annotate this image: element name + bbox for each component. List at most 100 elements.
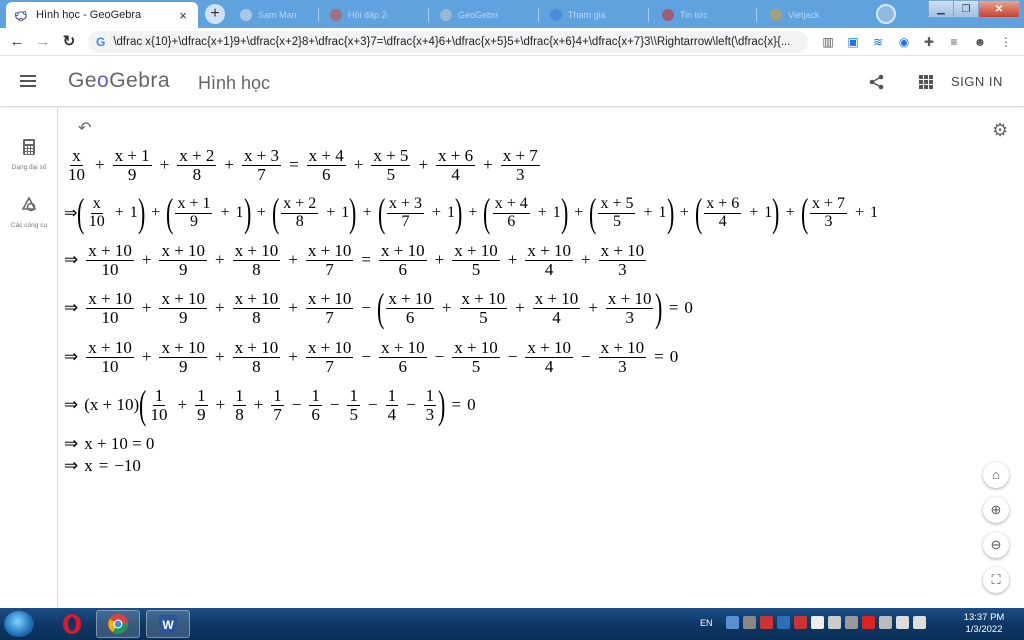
reading-list-icon[interactable]: ▥ (820, 34, 836, 50)
equation-line-5: ⇒ x + 10 10 + x + 10 9 + x + 10 8 + x + 10 7− x… (64, 338, 679, 376)
fraction: x + 37 (241, 146, 282, 184)
audio-extension-icon[interactable]: ≋ (870, 34, 886, 50)
network-icon[interactable] (896, 616, 909, 629)
zoom-in-icon[interactable]: ⊕ (983, 497, 1009, 523)
tab-favicon-icon (440, 9, 452, 21)
extensions-puzzle-icon[interactable]: ✚ (921, 34, 937, 50)
maximize-icon[interactable]: ❐ (953, 0, 979, 18)
tray-app-icon[interactable] (726, 616, 739, 629)
system-clock[interactable]: 13:37 PM 1/3/2022 (958, 612, 1010, 636)
side-panel: Dạng đại số Các công cụ (0, 108, 58, 608)
fullscreen-icon[interactable]: ⛶ (983, 567, 1009, 593)
media-control-icon[interactable]: ≡ (946, 34, 962, 50)
math-worksheet: x 10 + x + 19 + x + 28 + x + 37 = x + 46 … (64, 145, 1024, 480)
svg-text:W: W (162, 618, 174, 632)
fraction: x + 55 (371, 146, 411, 184)
shapes-tools-icon (21, 196, 37, 212)
volume-icon[interactable] (913, 616, 926, 629)
menu-icon[interactable] (20, 75, 36, 87)
fraction: x + 46 (306, 146, 346, 184)
equation-line-1: x 10 + x + 19 + x + 28 + x + 37 = x + 46 … (68, 146, 540, 184)
browser-tabstrip: Hình học - GeoGebra × + Sam Man Hỏi đáp … (0, 0, 1024, 28)
tab-separator (756, 8, 757, 22)
background-tab[interactable]: GeoGebra (434, 4, 504, 26)
tab-separator (318, 8, 319, 22)
calculator-icon (23, 139, 35, 155)
tab-favicon-icon (330, 9, 342, 21)
undo-icon[interactable]: ↶ (78, 118, 91, 138)
profile-icon[interactable]: ☻ (972, 34, 988, 50)
tray-app-icon[interactable] (794, 616, 807, 629)
app-title: Hình học (198, 73, 271, 93)
tray-app-icon[interactable] (879, 616, 892, 629)
tray-app-icon[interactable] (743, 616, 756, 629)
google-search-icon: G (96, 35, 106, 49)
address-bar-url[interactable]: \dfrac x{10}+\dfrac{x+1}9+\dfrac{x+2}8+\… (113, 36, 800, 48)
tab-geogebra[interactable]: Hình học - GeoGebra × (6, 2, 198, 28)
equation-line-4: ⇒ x + 10 10 + x + 10 9 + x + 10 8 + x + 10 7− (… (64, 285, 693, 330)
tab-favicon-icon (240, 9, 252, 21)
clock-date: 1/3/2022 (965, 624, 1003, 635)
window-close-icon[interactable]: ✕ (978, 0, 1020, 18)
window-controls: ▁ ❐ ✕ (928, 0, 1020, 18)
new-tab-button[interactable]: + (205, 4, 225, 24)
language-indicator[interactable]: EN (700, 618, 713, 628)
home-view-icon[interactable]: ⌂ (983, 462, 1009, 488)
geogebra-logo[interactable]: GeoGebra (68, 69, 170, 93)
browser-toolbar: ← → ↻ G \dfrac x{10}+\dfrac{x+1}9+\dfrac… (0, 28, 1024, 56)
more-menu-icon[interactable]: ⋮ (998, 34, 1014, 50)
sidebar-item-algebra[interactable]: Dạng đại số (0, 138, 58, 171)
chrome-icon[interactable] (96, 610, 140, 638)
settings-gear-icon[interactable]: ⚙ (992, 120, 1008, 141)
sidebar-item-tools[interactable]: Các công cụ (0, 196, 58, 229)
equation-line-7: ⇒ x + 10 = 0 (64, 434, 155, 453)
close-icon[interactable]: × (176, 8, 190, 23)
background-tab[interactable]: Tin tức (656, 4, 726, 26)
minimize-icon[interactable]: ▁ (928, 0, 954, 18)
share-icon[interactable] (868, 73, 886, 91)
background-tab[interactable]: Hỏi đáp 247 (324, 4, 394, 26)
zoom-extension-icon[interactable]: ▣ (845, 34, 861, 50)
equation-line-8: ⇒ x = −10 (64, 456, 141, 475)
tab-separator (428, 8, 429, 22)
tray-app-icon[interactable] (760, 616, 773, 629)
equation-line-3: ⇒ x + 10 10 + x + 10 9 + x + 10 8 + x + 10 7 = x… (64, 241, 647, 279)
sign-in-button[interactable]: SIGN IN (951, 74, 1003, 89)
start-button-icon[interactable] (4, 611, 34, 637)
fraction: x 10 (68, 146, 85, 184)
translate-extension-icon[interactable]: ◉ (896, 34, 912, 50)
zoom-out-icon[interactable]: ⊖ (983, 532, 1009, 558)
geogebra-header: GeoGebra Hình học SIGN IN (0, 57, 1024, 107)
tab-favicon-icon (770, 9, 782, 21)
sidebar-item-label: Các công cụ (10, 222, 48, 229)
fraction: x + 64 (436, 146, 476, 184)
word-icon[interactable]: W (146, 610, 190, 638)
tab-favicon-icon (662, 9, 674, 21)
tray-app-icon[interactable] (811, 616, 824, 629)
background-tab[interactable]: Sam Man (234, 4, 304, 26)
back-arrow-icon[interactable]: ← (6, 32, 28, 52)
address-bar[interactable]: G \dfrac x{10}+\dfrac{x+1}9+\dfrac{x+2}8… (88, 31, 808, 53)
background-tab[interactable]: Tham gia (544, 4, 614, 26)
windows-taskbar: W EN 13:37 PM 1/3/2022 (0, 608, 1024, 640)
tab-favicon-icon (550, 9, 562, 21)
clock-time: 13:37 PM (963, 612, 1005, 623)
system-tray (726, 616, 926, 629)
forward-arrow-icon[interactable]: → (32, 32, 54, 52)
tab-separator (538, 8, 539, 22)
tray-app-icon[interactable] (862, 616, 875, 629)
reload-icon[interactable]: ↻ (58, 32, 80, 52)
sidebar-item-label: Dạng đại số (11, 164, 47, 171)
opera-icon[interactable] (50, 610, 94, 638)
battery-icon[interactable] (828, 616, 841, 629)
tray-app-icon[interactable] (845, 616, 858, 629)
background-tab[interactable]: Vietjack (764, 4, 834, 26)
fraction: x + 73 (500, 146, 540, 184)
profile-avatar-icon[interactable] (876, 4, 896, 24)
apps-grid-icon[interactable] (919, 75, 933, 89)
tray-app-icon[interactable] (777, 616, 790, 629)
tab-title: Hình học - GeoGebra (36, 9, 142, 21)
fraction: x + 19 (112, 146, 152, 184)
tab-separator (648, 8, 649, 22)
equation-line-2: ⇒ (x 10 +1) + (x + 1 9 +1) + (x + 2 8 +1) + (x… (64, 190, 879, 235)
